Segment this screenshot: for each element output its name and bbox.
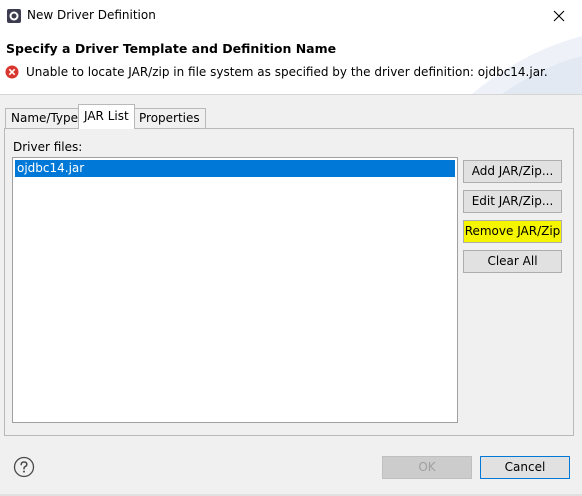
tab-jar-list[interactable]: JAR List: [78, 104, 135, 129]
header-banner-decoration: [472, 36, 582, 94]
tab-name-type[interactable]: Name/Type: [5, 108, 85, 128]
window-title: New Driver Definition: [27, 8, 156, 22]
dialog-heading: Specify a Driver Template and Definition…: [6, 41, 337, 56]
clear-all-button[interactable]: Clear All: [463, 250, 562, 273]
error-icon: [5, 65, 19, 79]
tab-label: JAR List: [84, 109, 129, 123]
driver-files-list[interactable]: ojdbc14.jar: [12, 157, 458, 423]
dialog-bottom-edge: [0, 494, 582, 496]
close-button[interactable]: [536, 0, 582, 32]
title-bar: New Driver Definition: [0, 0, 582, 32]
driver-files-label: Driver files:: [13, 140, 83, 154]
tab-label: Name/Type: [11, 111, 79, 125]
tab-label: Properties: [139, 111, 200, 125]
close-icon: [553, 10, 565, 22]
error-message: Unable to locate JAR/zip in file system …: [26, 65, 548, 79]
cancel-button[interactable]: Cancel: [480, 456, 570, 479]
help-icon[interactable]: [13, 456, 35, 478]
ok-button[interactable]: OK: [382, 456, 472, 479]
edit-jar-button[interactable]: Edit JAR/Zip...: [463, 190, 562, 213]
tab-properties[interactable]: Properties: [133, 108, 206, 128]
list-item[interactable]: ojdbc14.jar: [15, 160, 455, 177]
eclipse-dialog-icon: [6, 8, 22, 24]
remove-jar-button[interactable]: Remove JAR/Zip: [463, 220, 562, 243]
dialog-header: Specify a Driver Template and Definition…: [0, 32, 582, 95]
add-jar-button[interactable]: Add JAR/Zip...: [463, 160, 562, 183]
